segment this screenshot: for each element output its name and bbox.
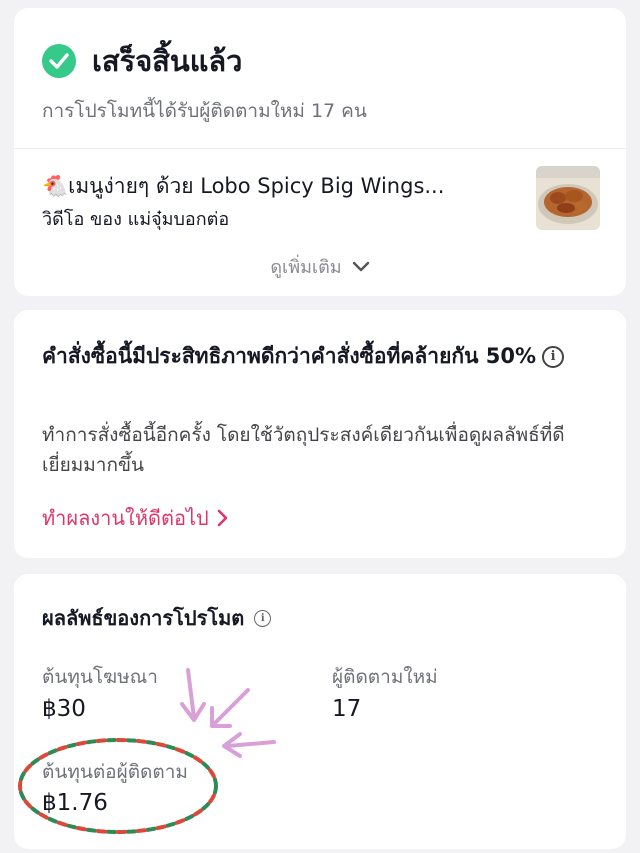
video-title[interactable]: 🐔เมนูง่ายๆ ด้วย Lobo Spicy Big Wings... (42, 170, 522, 203)
check-circle-icon (42, 44, 76, 78)
keep-improving-link[interactable]: ทำผลงานให้ดีต่อไป (42, 502, 229, 534)
results-title: ผลลัพธ์ของการโปรโมต i (42, 602, 272, 634)
new-followers-label: ผู้ติดตามใหม่ (332, 666, 438, 688)
divider (14, 148, 626, 149)
keep-improving-label: ทำผลงานให้ดีต่อไป (42, 506, 209, 530)
performance-card: คำสั่งซื้อนี้มีประสิทธิภาพดีกว่าคำสั่งซื… (14, 310, 626, 558)
chevron-down-icon (352, 261, 369, 271)
performance-title-text: คำสั่งซื้อนี้มีประสิทธิภาพดีกว่าคำสั่งซื… (42, 344, 537, 368)
performance-description: ทำการสั่งซื้อนี้อีกครั้ง โดยใช้วัตถุประส… (42, 424, 565, 476)
info-icon[interactable]: i (254, 609, 272, 627)
results-title-text: ผลลัพธ์ของการโปรโมต (42, 606, 245, 630)
video-thumbnail[interactable] (536, 166, 600, 230)
status-card: เสร็จสิ้นแล้ว การโปรโมทนี้ได้รับผู้ติดตา… (14, 8, 626, 296)
video-author[interactable]: วิดีโอ ของ แม่จุ๋มบอกต่อ (42, 204, 229, 233)
cost-per-follower-label: ต้นทุนต่อผู้ติดตาม (42, 761, 188, 783)
info-icon[interactable]: i (542, 346, 565, 368)
status-subtitle: การโปรโมทนี้ได้รับผู้ติดตามใหม่ 17 คน (42, 100, 367, 122)
results-card: ผลลัพธ์ของการโปรโมต i ต้นทุนโฆษณา ฿30 ผู… (14, 574, 626, 849)
cost-per-follower-value: ฿1.76 (42, 790, 108, 816)
see-more-label: ดูเพิ่มเติม (270, 257, 342, 278)
see-more-button[interactable]: ดูเพิ่มเติม (14, 252, 626, 281)
new-followers-value: 17 (332, 696, 362, 722)
performance-title: คำสั่งซื้อนี้มีประสิทธิภาพดีกว่าคำสั่งซื… (42, 340, 582, 372)
status-header: เสร็จสิ้นแล้ว (42, 38, 242, 84)
chevron-right-icon (217, 509, 228, 527)
status-title: เสร็จสิ้นแล้ว (92, 44, 243, 78)
ad-cost-value: ฿30 (42, 696, 86, 722)
ad-cost-label: ต้นทุนโฆษณา (42, 666, 158, 688)
